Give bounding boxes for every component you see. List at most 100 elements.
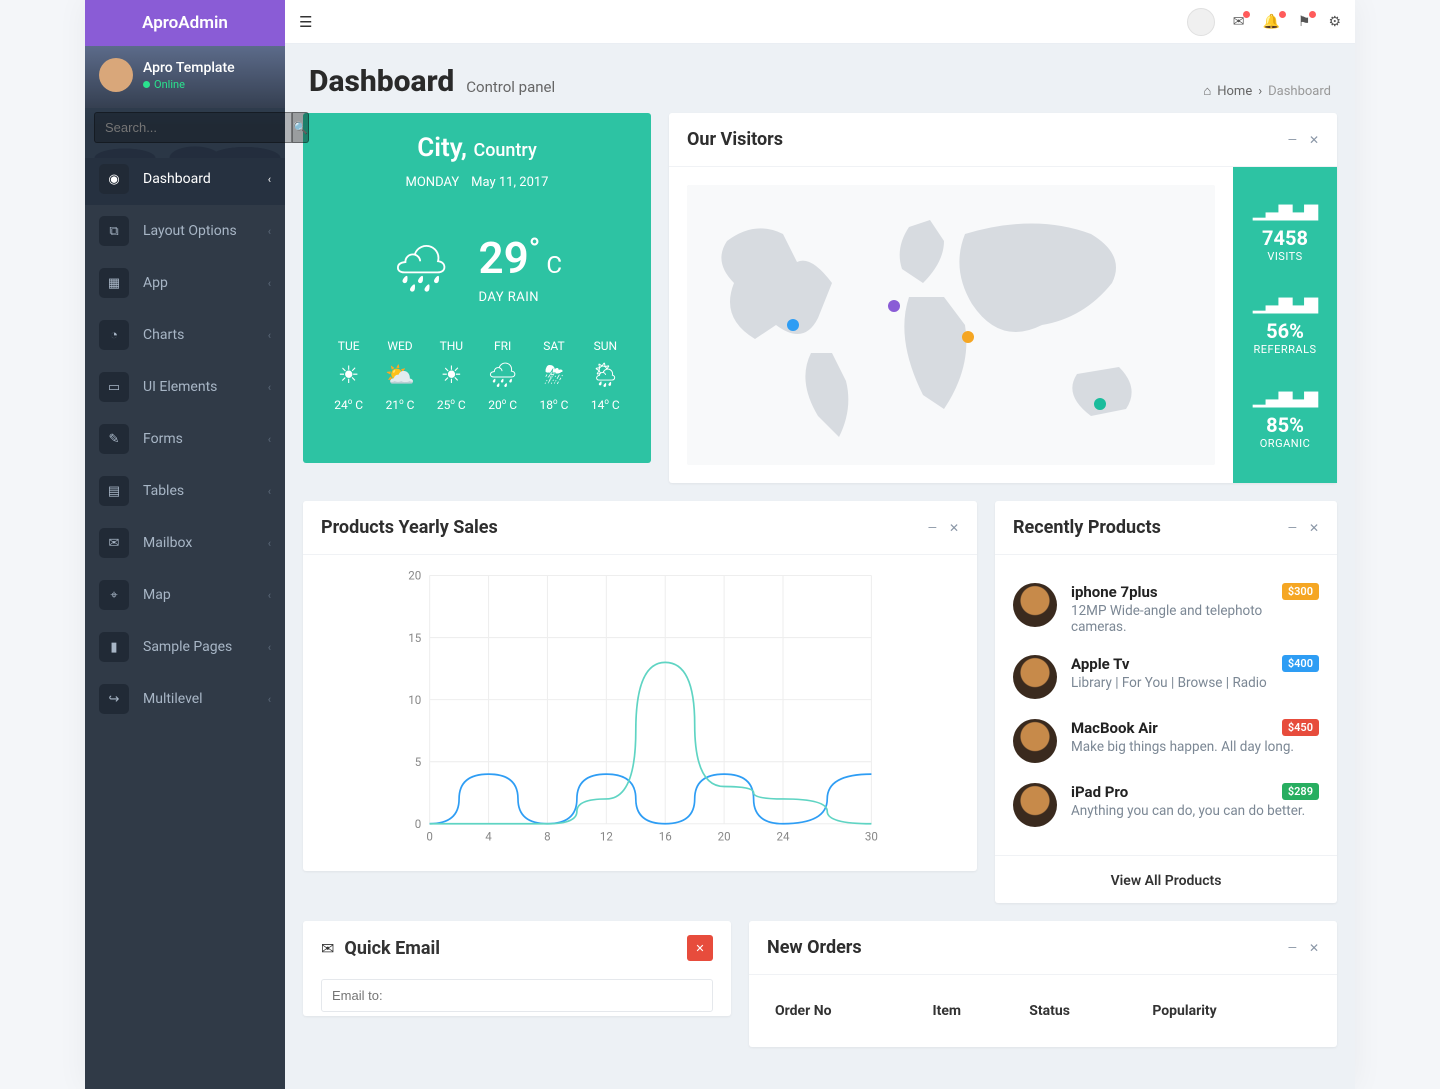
- product-desc: Library | For You | Browse | Radio: [1071, 675, 1319, 691]
- envelope-icon: ✉: [321, 939, 334, 958]
- orders-title: New Orders: [767, 937, 862, 958]
- flag-icon[interactable]: ⚑: [1298, 14, 1311, 30]
- search-input[interactable]: [94, 112, 292, 143]
- product-item[interactable]: iphone 7plus$30012MP Wide-angle and tele…: [1013, 573, 1319, 645]
- sidebar-item-sample-pages[interactable]: ▮Sample Pages‹: [85, 621, 285, 673]
- sidebar-search: 🔍: [94, 112, 276, 143]
- map-marker[interactable]: [962, 331, 974, 343]
- product-name: iphone 7plus: [1071, 583, 1158, 601]
- product-list: iphone 7plus$30012MP Wide-angle and tele…: [995, 555, 1337, 855]
- nav-icon: ▤: [99, 476, 129, 506]
- nav-icon: ▦: [99, 268, 129, 298]
- visitor-stats: ▁▃▆▃▆7458VISITS▁▃▆▃▆56%REFERRALS▁▃▆▃▆85%…: [1233, 167, 1337, 483]
- sidebar-item-label: Mailbox: [143, 535, 268, 551]
- forecast-temp: 20o C: [477, 397, 528, 412]
- map-marker[interactable]: [1094, 398, 1106, 410]
- product-item[interactable]: Apple Tv$400Library | For You | Browse |…: [1013, 645, 1319, 709]
- forecast-day-label: SAT: [528, 339, 579, 353]
- collapse-icon[interactable]: —: [928, 521, 937, 535]
- forecast-day-label: THU: [426, 339, 477, 353]
- sidebar-item-label: App: [143, 275, 268, 291]
- close-icon[interactable]: ✕: [1309, 941, 1319, 955]
- forecast-day-label: SUN: [580, 339, 631, 353]
- sidebar-item-ui-elements[interactable]: ▭UI Elements‹: [85, 361, 285, 413]
- forecast-day: TUE☀24o C: [323, 339, 374, 412]
- search-button[interactable]: 🔍: [292, 112, 309, 143]
- close-icon[interactable]: ✕: [1309, 521, 1319, 535]
- breadcrumb-home[interactable]: Home: [1217, 84, 1252, 99]
- forecast-weather-icon: ⛅: [374, 361, 425, 389]
- weather-widget: City, Country MONDAY May 11, 2017 🌧 29°C…: [303, 113, 651, 463]
- topbar-avatar[interactable]: [1187, 8, 1215, 36]
- product-thumb: [1013, 583, 1057, 627]
- price-badge: $300: [1282, 583, 1319, 600]
- collapse-icon[interactable]: —: [1288, 521, 1297, 535]
- nav-icon: ◔: [99, 320, 129, 350]
- menu-toggle-icon[interactable]: ☰: [299, 13, 312, 31]
- chevron-left-icon: ‹: [268, 381, 271, 394]
- chevron-left-icon: ‹: [268, 277, 271, 290]
- sidebar-item-multilevel[interactable]: ↪Multilevel‹: [85, 673, 285, 725]
- product-name: MacBook Air: [1071, 719, 1158, 737]
- breadcrumb: ⌂ Home › Dashboard: [1203, 83, 1331, 99]
- visitor-stat: ▁▃▆▃▆56%REFERRALS: [1237, 293, 1333, 356]
- price-badge: $289: [1282, 783, 1319, 800]
- map-marker[interactable]: [888, 300, 900, 312]
- visitor-stat: ▁▃▆▃▆85%ORGANIC: [1237, 387, 1333, 450]
- forecast-day-label: TUE: [323, 339, 374, 353]
- view-all-products-link[interactable]: View All Products: [1111, 873, 1222, 889]
- nav-icon: ◉: [99, 164, 129, 194]
- collapse-icon[interactable]: —: [1288, 133, 1297, 147]
- forecast-row: TUE☀24o CWED⛅21o CTHU☀25o CFRI🌧20o CSAT⛈…: [323, 339, 631, 412]
- chevron-left-icon: ‹: [268, 589, 271, 602]
- sidebar-item-mailbox[interactable]: ✉Mailbox‹: [85, 517, 285, 569]
- bars-icon: ▁▃▆▃▆: [1237, 293, 1333, 314]
- sidebar-item-label: Forms: [143, 431, 268, 447]
- price-badge: $400: [1282, 655, 1319, 672]
- user-avatar[interactable]: [99, 58, 133, 92]
- weather-unit: C: [546, 251, 562, 279]
- close-icon[interactable]: ✕: [1309, 133, 1319, 147]
- forecast-day: THU☀25o C: [426, 339, 477, 412]
- forecast-day-label: WED: [374, 339, 425, 353]
- forecast-day-label: FRI: [477, 339, 528, 353]
- product-item[interactable]: MacBook Air$450Make big things happen. A…: [1013, 709, 1319, 773]
- chevron-left-icon: ‹: [268, 485, 271, 498]
- close-button[interactable]: ✕: [687, 935, 713, 961]
- sidebar-item-forms[interactable]: ✎Forms‹: [85, 413, 285, 465]
- sidebar-item-label: Map: [143, 587, 268, 603]
- orders-col-header: Order No: [767, 993, 925, 1029]
- sidebar-item-label: Multilevel: [143, 691, 268, 707]
- sidebar-item-dashboard[interactable]: ◉Dashboard‹: [85, 153, 285, 205]
- sidebar-item-charts[interactable]: ◔Charts‹: [85, 309, 285, 361]
- sidebar-item-tables[interactable]: ▤Tables‹: [85, 465, 285, 517]
- sidebar-item-layout-options[interactable]: ⧉Layout Options‹: [85, 205, 285, 257]
- sidebar-item-app[interactable]: ▦ App‹: [85, 257, 285, 309]
- rain-icon: 🌧: [392, 242, 450, 296]
- sidebar-item-map[interactable]: ⌖Map‹: [85, 569, 285, 621]
- collapse-icon[interactable]: —: [1288, 941, 1297, 955]
- visitors-box: Our Visitors —✕ + −: [669, 113, 1337, 483]
- weather-condition: DAY RAIN: [478, 290, 562, 305]
- gear-icon[interactable]: ⚙: [1328, 14, 1341, 30]
- close-icon[interactable]: ✕: [949, 521, 959, 535]
- user-name: Apro Template: [143, 60, 235, 76]
- nav-menu: ◉Dashboard‹⧉Layout Options‹▦App‹◔Charts‹…: [85, 153, 285, 725]
- email-to-input[interactable]: [321, 979, 713, 1012]
- svg-text:10: 10: [408, 693, 421, 707]
- sidebar-item-label: Sample Pages: [143, 639, 268, 655]
- bell-icon[interactable]: 🔔: [1262, 14, 1279, 30]
- orders-box: New Orders —✕ Order NoItemStatusPopulari…: [749, 921, 1337, 1047]
- visitors-title: Our Visitors: [687, 129, 783, 150]
- forecast-day: SAT⛈18o C: [528, 339, 579, 412]
- world-map[interactable]: [687, 185, 1215, 465]
- sidebar-item-label: Charts: [143, 327, 268, 343]
- orders-col-header: Popularity: [1144, 993, 1319, 1029]
- product-item[interactable]: iPad Pro$289Anything you can do, you can…: [1013, 773, 1319, 837]
- svg-text:5: 5: [415, 755, 422, 769]
- chevron-left-icon: ‹: [268, 433, 271, 446]
- mail-icon[interactable]: ✉: [1233, 14, 1245, 30]
- svg-text:15: 15: [408, 631, 421, 645]
- forecast-temp: 25o C: [426, 397, 477, 412]
- product-thumb: [1013, 719, 1057, 763]
